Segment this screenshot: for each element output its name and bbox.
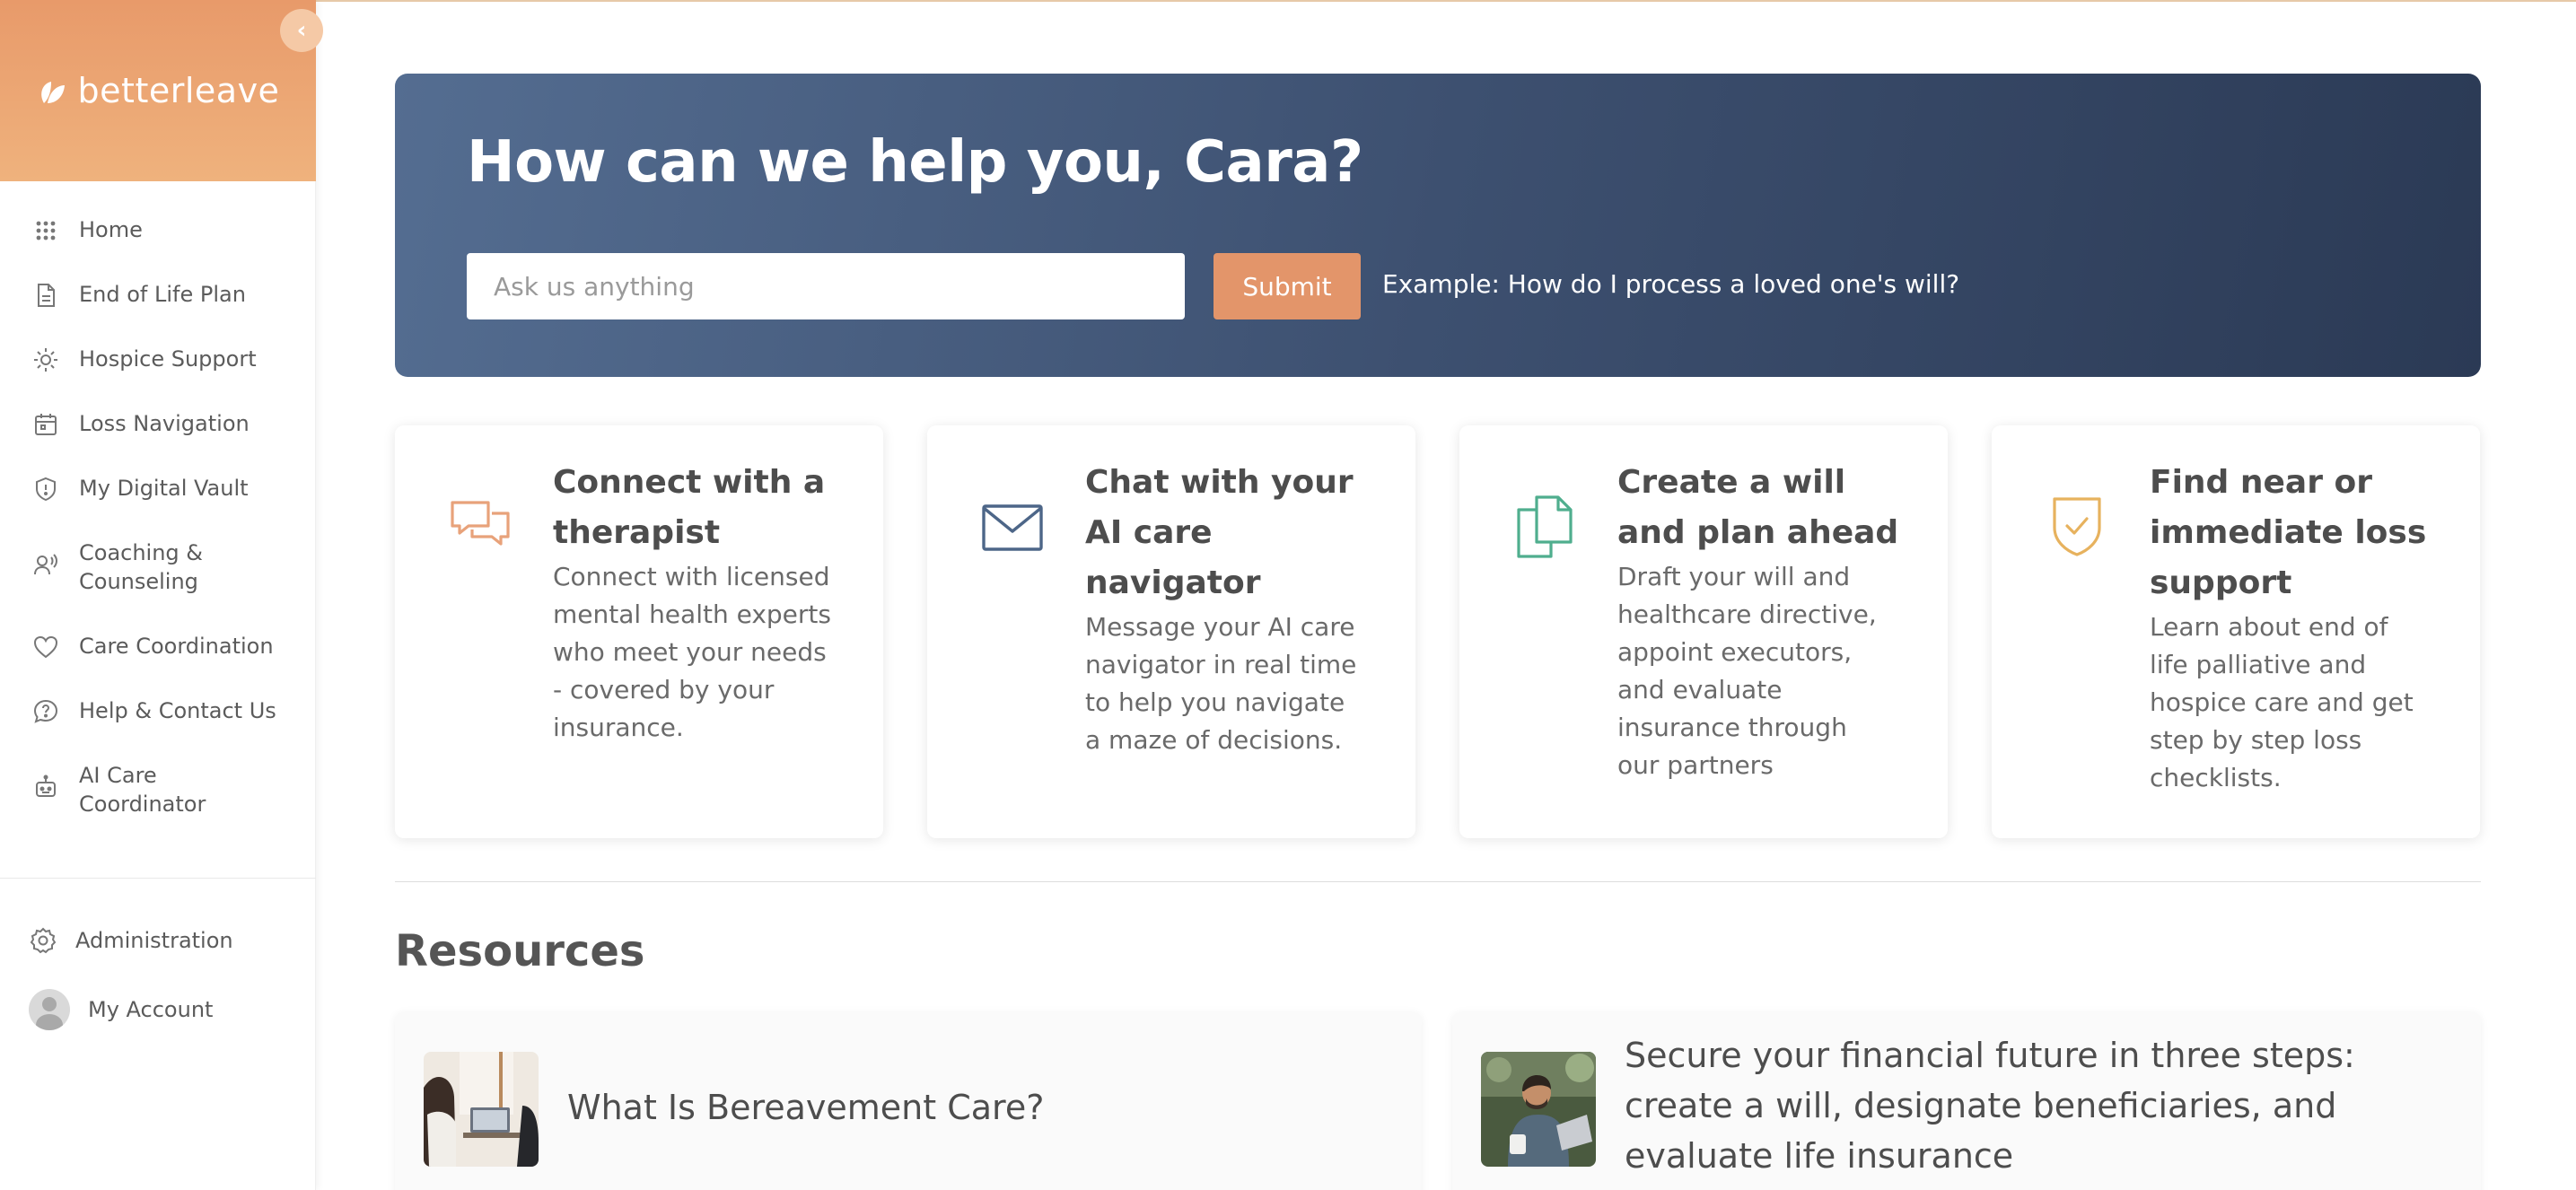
card-title: Find near or immediate loss support (2150, 464, 2427, 601)
section-divider (395, 881, 2481, 882)
card-ai-navigator[interactable]: Chat with your AI care navigator Message… (927, 425, 1415, 838)
ask-search-input[interactable] (467, 253, 1185, 319)
leaf-logo-icon (37, 75, 67, 106)
sidebar-divider (0, 878, 316, 879)
card-title: Chat with your AI care navigator (1085, 464, 1354, 601)
sidebar-item-label: Hospice Support (79, 346, 257, 372)
card-create-will[interactable]: Create a will and plan ahead Draft your … (1459, 425, 1948, 838)
documents-icon (1513, 495, 1576, 558)
sidebar-item-care-coordination[interactable]: Care Coordination (0, 632, 316, 661)
resource-thumbnail (424, 1052, 539, 1167)
shield-check-icon (2046, 495, 2108, 558)
action-cards: Connect with a therapist Connect with li… (395, 425, 2481, 838)
resource-thumbnail (1481, 1052, 1596, 1167)
card-loss-support[interactable]: Find near or immediate loss support Lear… (1992, 425, 2480, 838)
sidebar-item-my-account[interactable]: My Account (29, 989, 213, 1030)
sidebar-nav: Home End of Life Plan Hospice Support Lo… (0, 215, 316, 818)
card-description: Connect with licensed mental health expe… (553, 562, 831, 742)
hero-banner: How can we help you, Cara? Submit Exampl… (395, 74, 2481, 377)
heart-icon (32, 634, 59, 661)
card-title: Create a will and plan ahead (1617, 464, 1899, 551)
card-title: Connect with a therapist (553, 464, 826, 551)
shield-icon (32, 476, 59, 503)
top-border (0, 0, 2576, 2)
sidebar-item-label: Care Coordination (79, 634, 274, 659)
administration-label: Administration (75, 928, 233, 953)
brand-header[interactable]: betterleave (0, 0, 316, 181)
sidebar-item-label: AI Care Coordinator (79, 763, 206, 817)
sidebar: betterleave ‹ Home End of Life Plan Hosp… (0, 0, 323, 1190)
sidebar-item-label: Home (79, 217, 143, 242)
brand-name: betterleave (77, 71, 280, 110)
resource-card-financial-future[interactable]: Secure your financial future in three st… (1452, 1012, 2481, 1190)
chevron-left-icon: ‹ (296, 17, 307, 44)
sidebar-item-end-of-life-plan[interactable]: End of Life Plan (0, 280, 316, 309)
sidebar-item-coaching-counseling[interactable]: Coaching & Counseling (0, 538, 316, 596)
card-connect-therapist[interactable]: Connect with a therapist Connect with li… (395, 425, 883, 838)
sidebar-item-label: End of Life Plan (79, 282, 246, 307)
resources-heading: Resources (395, 926, 645, 976)
collapse-sidebar-button[interactable]: ‹ (280, 9, 323, 52)
resource-title: What Is Bereavement Care? (567, 1088, 1045, 1127)
document-icon (32, 282, 59, 309)
sidebar-item-home[interactable]: Home (0, 215, 316, 244)
sidebar-item-administration[interactable]: Administration (29, 926, 233, 955)
person-voice-icon (32, 551, 59, 578)
sidebar-item-label: Coaching & Counseling (79, 540, 204, 594)
robot-icon (32, 774, 59, 801)
sidebar-item-ai-care-coordinator[interactable]: AI Care Coordinator (0, 761, 316, 818)
envelope-icon (981, 495, 1044, 558)
my-account-label: My Account (88, 997, 214, 1022)
resource-card-bereavement[interactable]: What Is Bereavement Care? (395, 1012, 1422, 1190)
sidebar-item-loss-navigation[interactable]: Loss Navigation (0, 409, 316, 438)
example-hint: Example: How do I process a loved one's … (1382, 269, 1960, 299)
sidebar-item-hospice-support[interactable]: Hospice Support (0, 345, 316, 373)
sidebar-item-label: Loss Navigation (79, 411, 250, 436)
gear-icon (29, 926, 57, 955)
chat-bubbles-icon (449, 495, 512, 558)
resource-title: Secure your financial future in three st… (1625, 1036, 2355, 1176)
sidebar-item-my-digital-vault[interactable]: My Digital Vault (0, 474, 316, 503)
avatar (29, 989, 70, 1030)
sun-icon (32, 346, 59, 373)
sidebar-item-label: Help & Contact Us (79, 698, 276, 723)
sidebar-item-help-contact[interactable]: Help & Contact Us (0, 696, 316, 725)
card-description: Learn about end of life palliative and h… (2150, 612, 2414, 792)
calendar-icon (32, 411, 59, 438)
grid-icon (32, 217, 59, 244)
hero-title: How can we help you, Cara? (467, 129, 1363, 196)
submit-button[interactable]: Submit (1214, 253, 1361, 319)
sidebar-item-label: My Digital Vault (79, 476, 249, 501)
card-description: Message your AI care navigator in real t… (1085, 612, 1357, 755)
card-description: Draft your will and healthcare directive… (1617, 562, 1877, 780)
question-icon (32, 698, 59, 725)
